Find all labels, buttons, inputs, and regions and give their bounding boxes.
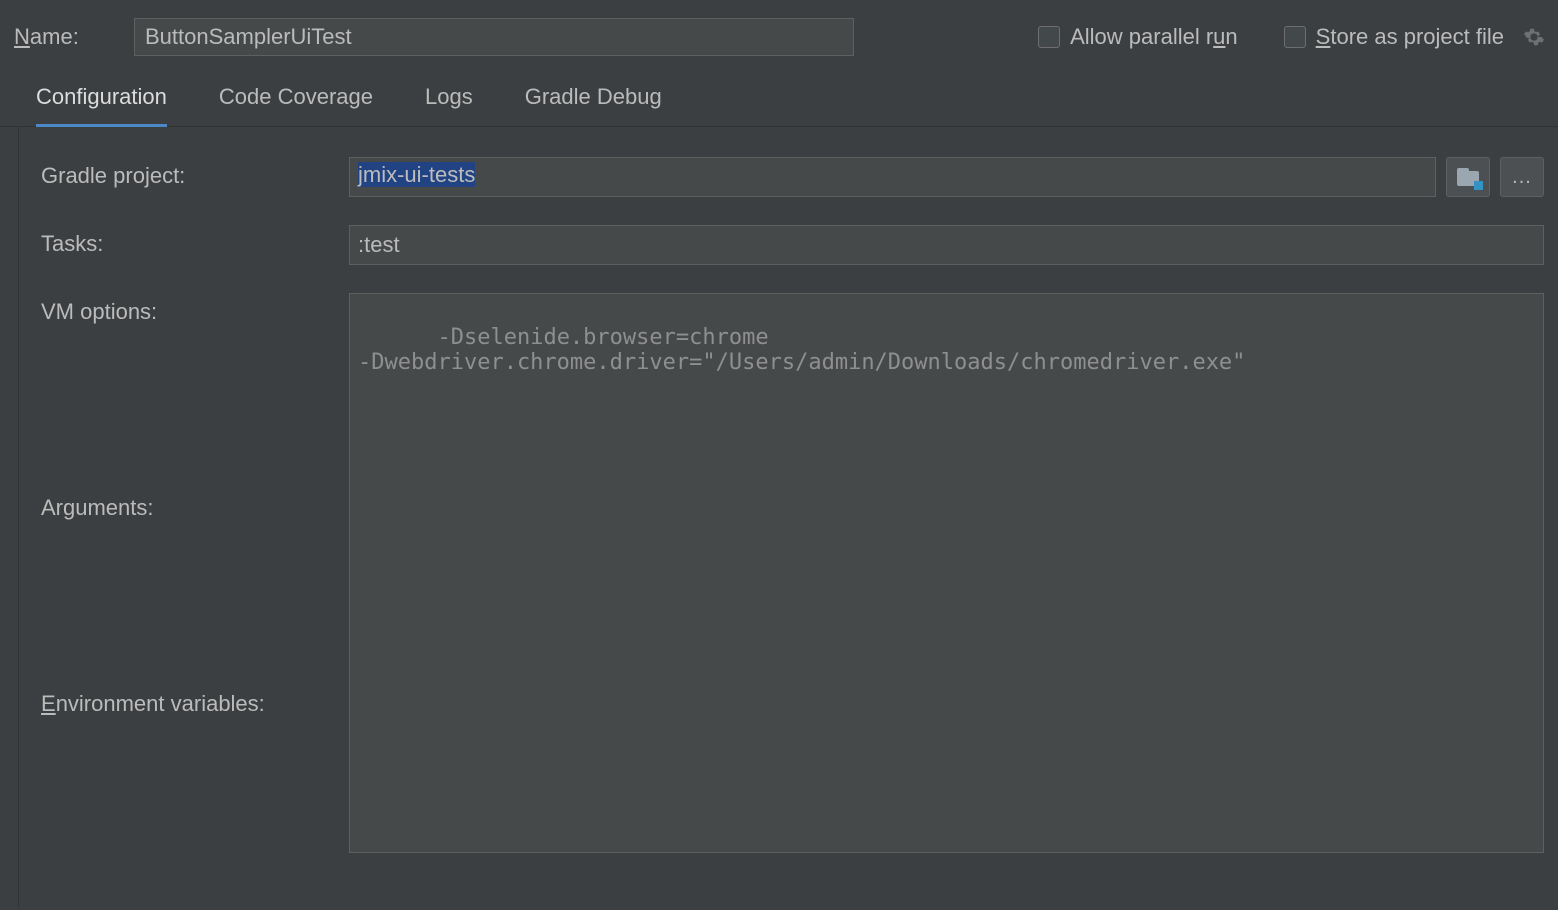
tabs-row: Configuration Code Coverage Logs Gradle … [0,74,1558,127]
tab-logs[interactable]: Logs [425,84,473,126]
tasks-label: Tasks: [41,225,341,257]
tab-code-coverage[interactable]: Code Coverage [219,84,373,126]
store-as-project-file-label: Store as project file [1316,24,1504,50]
tab-configuration[interactable]: Configuration [36,84,167,127]
gradle-project-picker-button[interactable] [1446,157,1490,197]
header-row: Name: Allow parallel run Store as projec… [0,0,1558,74]
gear-icon[interactable] [1522,25,1546,49]
gradle-project-value: jmix-ui-tests [358,162,475,187]
checkbox-box-icon [1038,26,1060,48]
name-input[interactable] [134,18,854,56]
tasks-input[interactable] [349,225,1544,265]
name-label: Name: [14,24,124,50]
gradle-project-input[interactable]: jmix-ui-tests [349,157,1436,197]
gradle-project-browse-button[interactable]: ... [1500,157,1544,197]
arguments-label: Arguments: [41,489,341,521]
checkbox-box-icon [1284,26,1306,48]
collapse-icon[interactable] [1515,302,1533,320]
environment-variables-label: Environment variables: [41,685,341,717]
tab-gradle-debug[interactable]: Gradle Debug [525,84,662,126]
gradle-project-label: Gradle project: [41,157,341,189]
vm-options-label: VM options: [41,293,341,325]
allow-parallel-run-checkbox[interactable]: Allow parallel run [1038,24,1238,50]
store-as-project-file-checkbox[interactable]: Store as project file [1284,24,1504,50]
vm-options-textarea[interactable]: -Dselenide.browser=chrome -Dwebdriver.ch… [349,293,1544,853]
configuration-panel: Gradle project: jmix-ui-tests ... Tasks:… [18,127,1544,907]
vm-options-value: -Dselenide.browser=chrome -Dwebdriver.ch… [358,325,1245,375]
allow-parallel-run-label: Allow parallel run [1070,24,1238,50]
folder-icon [1457,168,1479,186]
ellipsis-icon: ... [1512,166,1532,189]
